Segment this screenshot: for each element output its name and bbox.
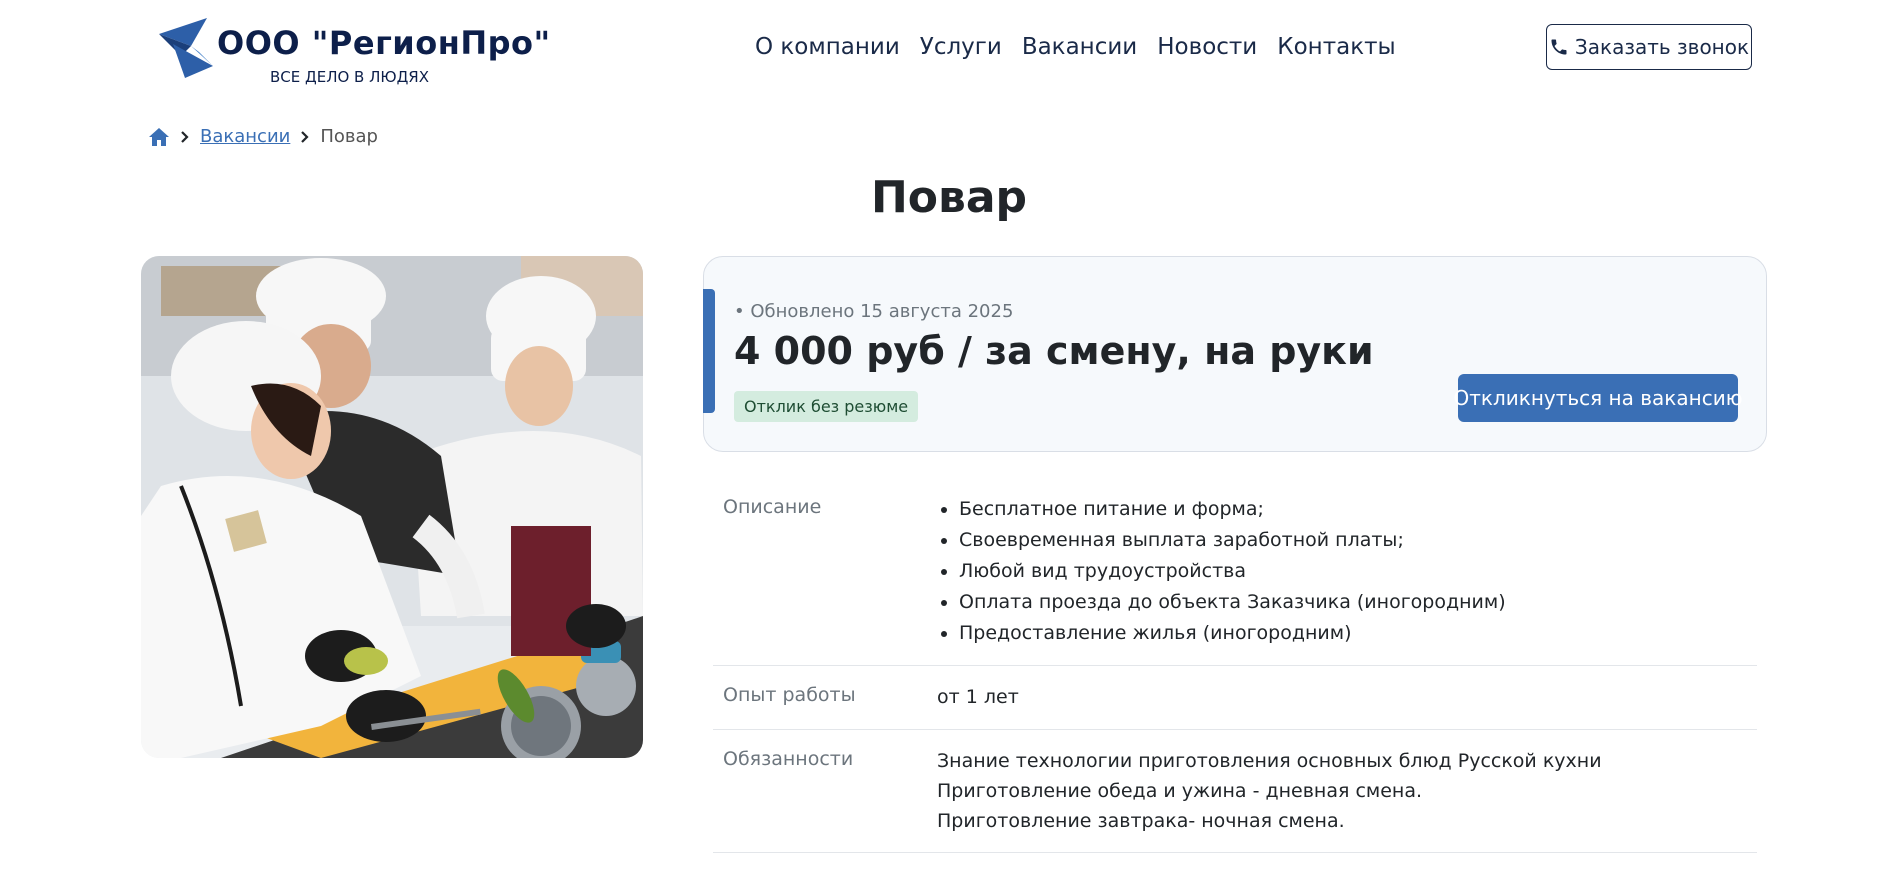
description-label: Описание xyxy=(723,496,822,518)
list-item: Своевременная выплата заработной платы; xyxy=(959,525,1506,556)
list-item: Предоставление жилья (иногородним) xyxy=(959,618,1506,649)
updated-date: • Обновлено 15 августа 2025 xyxy=(734,301,1014,322)
nav-news[interactable]: Новости xyxy=(1157,34,1257,60)
nav-contacts[interactable]: Контакты xyxy=(1277,34,1395,60)
breadcrumb-vacancies-link[interactable]: Вакансии xyxy=(200,126,290,147)
salary: 4 000 руб / за смену, на руки xyxy=(734,329,1374,373)
description-row: Описание Бесплатное питание и форма; Сво… xyxy=(713,478,1757,666)
apply-button[interactable]: Откликнуться на вакансию xyxy=(1453,374,1743,422)
vacancy-photo xyxy=(141,256,643,758)
list-item: Любой вид трудоустройства xyxy=(959,556,1506,587)
page-title: Повар xyxy=(870,172,1028,223)
duties-row: Обязанности Знание технологии приготовле… xyxy=(713,730,1757,853)
experience-value: от 1 лет xyxy=(937,686,1019,708)
list-item: Бесплатное питание и форма; xyxy=(959,494,1506,525)
order-call-button[interactable]: Заказать звонок xyxy=(1546,24,1752,70)
main-nav: О компании Услуги Вакансии Новости Конта… xyxy=(755,34,1416,60)
duty-line: Приготовление завтрака- ночная смена. xyxy=(937,810,1345,832)
vacancy-summary-card: • Обновлено 15 августа 2025 4 000 руб / … xyxy=(703,256,1767,452)
no-resume-badge: Отклик без резюме xyxy=(734,391,919,422)
breadcrumb: Вакансии Повар xyxy=(148,126,378,147)
logo-title: ООО "РегионПро" xyxy=(217,24,551,62)
company-logo[interactable]: ООО "РегионПро" ВСЕ ДЕЛО В ЛЮДЯХ xyxy=(155,14,550,86)
vacancy-details: Описание Бесплатное питание и форма; Сво… xyxy=(713,478,1757,853)
nav-services[interactable]: Услуги xyxy=(920,34,1002,60)
nav-vacancies[interactable]: Вакансии xyxy=(1022,34,1137,60)
card-accent-bar xyxy=(703,289,715,413)
chevron-right-icon xyxy=(180,130,190,143)
experience-label: Опыт работы xyxy=(723,684,856,706)
home-icon[interactable] xyxy=(148,127,170,147)
logo-mark-icon xyxy=(159,18,213,78)
experience-row: Опыт работы от 1 лет xyxy=(713,666,1757,730)
breadcrumb-current: Повар xyxy=(320,126,378,147)
list-item: Оплата проезда до объекта Заказчика (ино… xyxy=(959,587,1506,618)
phone-icon xyxy=(1551,39,1567,55)
description-list: Бесплатное питание и форма; Своевременна… xyxy=(937,494,1506,649)
order-call-label: Заказать звонок xyxy=(1574,35,1750,59)
nav-about[interactable]: О компании xyxy=(755,34,900,60)
chevron-right-icon xyxy=(300,130,310,143)
duty-line: Приготовление обеда и ужина - дневная см… xyxy=(937,780,1423,802)
duties-label: Обязанности xyxy=(723,748,854,770)
logo-subtitle: ВСЕ ДЕЛО В ЛЮДЯХ xyxy=(270,68,430,86)
duty-line: Знание технологии приготовления основных… xyxy=(937,750,1602,772)
